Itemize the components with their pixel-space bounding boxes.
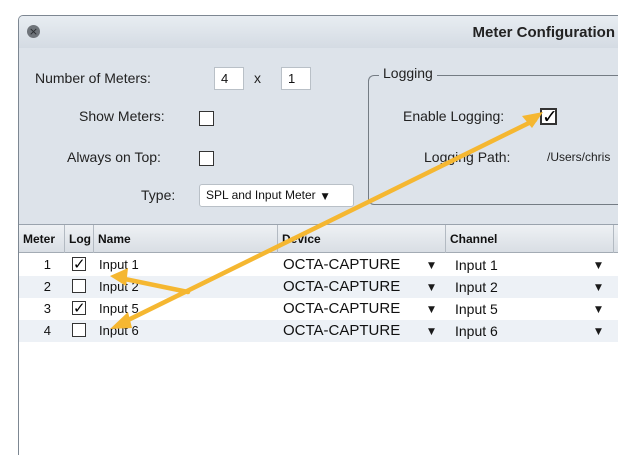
chevron-down-icon: ▼ [428, 283, 435, 293]
table-row[interactable]: 3 ✓ Input 5 OCTA-CAPTURE ▼ Input 5 ▼ [19, 298, 618, 320]
meter-number: 1 [43, 257, 51, 272]
number-of-meters-label: Number of Meters: [35, 70, 151, 86]
enable-logging-label: Enable Logging: [403, 108, 505, 124]
channel-select[interactable]: Input 1 [455, 254, 498, 276]
table-row[interactable]: 1 ✓ Input 1 OCTA-CAPTURE ▼ Input 1 ▼ [19, 254, 618, 276]
meter-name[interactable]: Input 6 [99, 320, 139, 342]
device-select[interactable]: OCTA-CAPTURE [283, 254, 400, 276]
log-checkbox[interactable]: ✓ [72, 255, 86, 273]
times-label: x [254, 70, 261, 86]
logging-path-label: Logging Path: [424, 149, 511, 165]
device-select[interactable]: OCTA-CAPTURE [283, 320, 400, 342]
log-checkbox[interactable] [72, 323, 86, 337]
chevron-down-icon: ▼ [595, 305, 602, 315]
column-header-channel[interactable]: Channel [446, 225, 614, 253]
always-on-top-label: Always on Top: [67, 149, 161, 165]
column-header-log[interactable]: Log [65, 225, 94, 253]
meter-number: 4 [43, 323, 51, 338]
log-checkbox[interactable]: ✓ [72, 299, 86, 317]
meter-configuration-window: × Meter Configuration Number of Meters: … [18, 15, 618, 455]
device-select[interactable]: OCTA-CAPTURE [283, 276, 400, 298]
chevron-down-icon: ▼ [595, 327, 602, 337]
logging-group [368, 75, 618, 205]
chevron-down-icon: ▼ [428, 261, 435, 271]
show-meters-checkbox[interactable] [199, 111, 214, 126]
type-label: Type: [141, 187, 176, 203]
column-header-name[interactable]: Name [94, 225, 278, 253]
meters-rows-field[interactable]: 1 [281, 67, 311, 90]
meter-name[interactable]: Input 1 [99, 254, 139, 276]
chevron-down-icon: ▼ [321, 192, 329, 202]
chevron-down-icon: ▼ [428, 327, 435, 337]
meter-table: Meter Log Name Device Channel 1 ✓ Input … [19, 224, 618, 455]
meter-name[interactable]: Input 2 [99, 276, 139, 298]
type-dropdown-value: SPL and Input Meter [206, 188, 316, 202]
channel-select[interactable]: Input 5 [455, 298, 498, 320]
show-meters-label: Show Meters: [79, 108, 165, 124]
meter-number: 2 [43, 279, 51, 294]
device-select[interactable]: OCTA-CAPTURE [283, 298, 400, 320]
logging-path-value[interactable]: /Users/chris [547, 150, 610, 164]
table-header: Meter Log Name Device Channel [19, 225, 618, 253]
meter-number: 3 [43, 301, 51, 316]
column-header-device[interactable]: Device [278, 225, 446, 253]
type-dropdown[interactable]: SPL and Input Meter ▼ [199, 184, 354, 207]
chevron-down-icon: ▼ [595, 261, 602, 271]
window-title: Meter Configuration [472, 24, 616, 41]
channel-select[interactable]: Input 2 [455, 276, 498, 298]
chevron-down-icon: ▼ [428, 305, 435, 315]
title-bar: × Meter Configuration [19, 16, 618, 48]
table-row[interactable]: 4 Input 6 OCTA-CAPTURE ▼ Input 6 ▼ [19, 320, 618, 342]
checkmark-icon: ✓ [73, 255, 86, 273]
table-row[interactable]: 2 Input 2 OCTA-CAPTURE ▼ Input 2 ▼ [19, 276, 618, 298]
meters-columns-field[interactable]: 4 [214, 67, 244, 90]
chevron-down-icon: ▼ [595, 283, 602, 293]
enable-logging-checkbox[interactable]: ✓ [540, 106, 558, 128]
log-checkbox[interactable] [72, 279, 86, 293]
always-on-top-checkbox[interactable] [199, 151, 214, 166]
close-icon[interactable]: × [27, 25, 40, 38]
channel-select[interactable]: Input 6 [455, 320, 498, 342]
checkmark-icon: ✓ [542, 106, 558, 128]
meter-name[interactable]: Input 5 [99, 298, 139, 320]
column-header-meter[interactable]: Meter [19, 225, 65, 253]
checkmark-icon: ✓ [73, 299, 86, 317]
logging-group-label: Logging [379, 65, 437, 81]
